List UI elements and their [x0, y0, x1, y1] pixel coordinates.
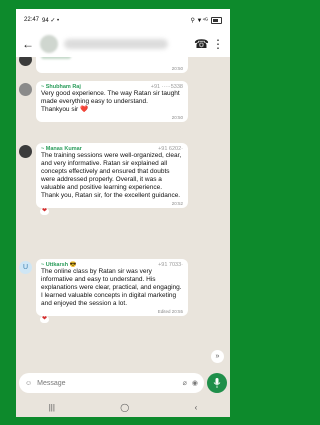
status-time: 22:47: [24, 17, 40, 23]
sender-name-blurred: [41, 57, 71, 59]
sender-avatar[interactable]: [19, 145, 32, 158]
sender-avatar[interactable]: [19, 57, 32, 66]
message-text: The online class by Ratan sir was very i…: [41, 268, 184, 307]
message-text: Very good experience. The way Ratan sir …: [41, 90, 180, 113]
heart-reaction-icon[interactable]: ❤: [40, 208, 50, 215]
message-time: Edited 20:55: [157, 309, 183, 314]
message-row: ~ Manas Kumar +91 6202· The training ses…: [19, 143, 226, 215]
message-time: 20:52: [171, 201, 183, 206]
message-bubble[interactable]: ~ Manas Kumar +91 6202· The training ses…: [36, 143, 188, 215]
message-time: 20:50: [171, 66, 183, 71]
back-arrow-icon[interactable]: ←: [22, 37, 34, 51]
message-time: 20:50: [171, 115, 183, 120]
message-text: The training sessions were well-organize…: [41, 152, 182, 199]
message-bubble[interactable]: ~ Uttkarsh 😎 +91 7033· The online class …: [36, 259, 188, 323]
message-row: ~ Shubham Raj +91 ·····5338 Very good ex…: [19, 81, 226, 122]
status-bar: 22:47 94 ✓ • ⚲ ▼⁴ᴳ: [16, 9, 230, 31]
signal-icon: ⚲ ▼⁴ᴳ: [190, 17, 208, 24]
group-name-blurred[interactable]: [64, 39, 168, 49]
mic-icon: [213, 378, 221, 388]
attach-icon[interactable]: ⌀: [183, 379, 187, 387]
message-input[interactable]: ☺ Message ⌀ ◉: [19, 373, 204, 393]
scroll-down-icon[interactable]: »: [211, 350, 224, 363]
message-row: U ~ Uttkarsh 😎 +91 7033· The online clas…: [19, 259, 226, 323]
status-extra: 94 ✓ •: [42, 17, 60, 24]
recent-apps-icon[interactable]: |||: [49, 403, 55, 412]
menu-icon[interactable]: ⋮: [212, 37, 224, 51]
chat-area[interactable]: 20:50 ~ Shubham Raj +91 ·····5338 Very g…: [16, 57, 230, 369]
group-avatar[interactable]: [40, 35, 58, 53]
message-bubble[interactable]: ~ Shubham Raj +91 ·····5338 Very good ex…: [36, 81, 188, 122]
home-icon[interactable]: ◯: [120, 403, 129, 412]
nav-back-icon[interactable]: ‹: [195, 403, 198, 412]
mic-button[interactable]: [207, 373, 227, 393]
heart-reaction-icon[interactable]: ❤: [40, 316, 50, 323]
battery-icon: [211, 16, 222, 24]
message-row: 20:50: [19, 57, 226, 73]
camera-icon[interactable]: ◉: [192, 379, 198, 387]
call-icon[interactable]: ☎: [194, 37, 209, 51]
phone-screen: 22:47 94 ✓ • ⚲ ▼⁴ᴳ ← ☎ ⋮ 20:50 ~ Shubham…: [16, 9, 230, 417]
emoji-icon[interactable]: ☺: [25, 380, 32, 387]
message-placeholder: Message: [37, 379, 66, 387]
system-nav-bar: ||| ◯ ‹: [16, 397, 230, 417]
sender-phone: +91 7033·: [158, 262, 183, 268]
input-bar: ☺ Message ⌀ ◉: [19, 372, 227, 394]
chat-header: ← ☎ ⋮: [16, 31, 230, 57]
message-bubble[interactable]: 20:50: [36, 57, 188, 73]
sender-avatar[interactable]: [19, 83, 32, 96]
sender-avatar[interactable]: U: [19, 261, 32, 274]
